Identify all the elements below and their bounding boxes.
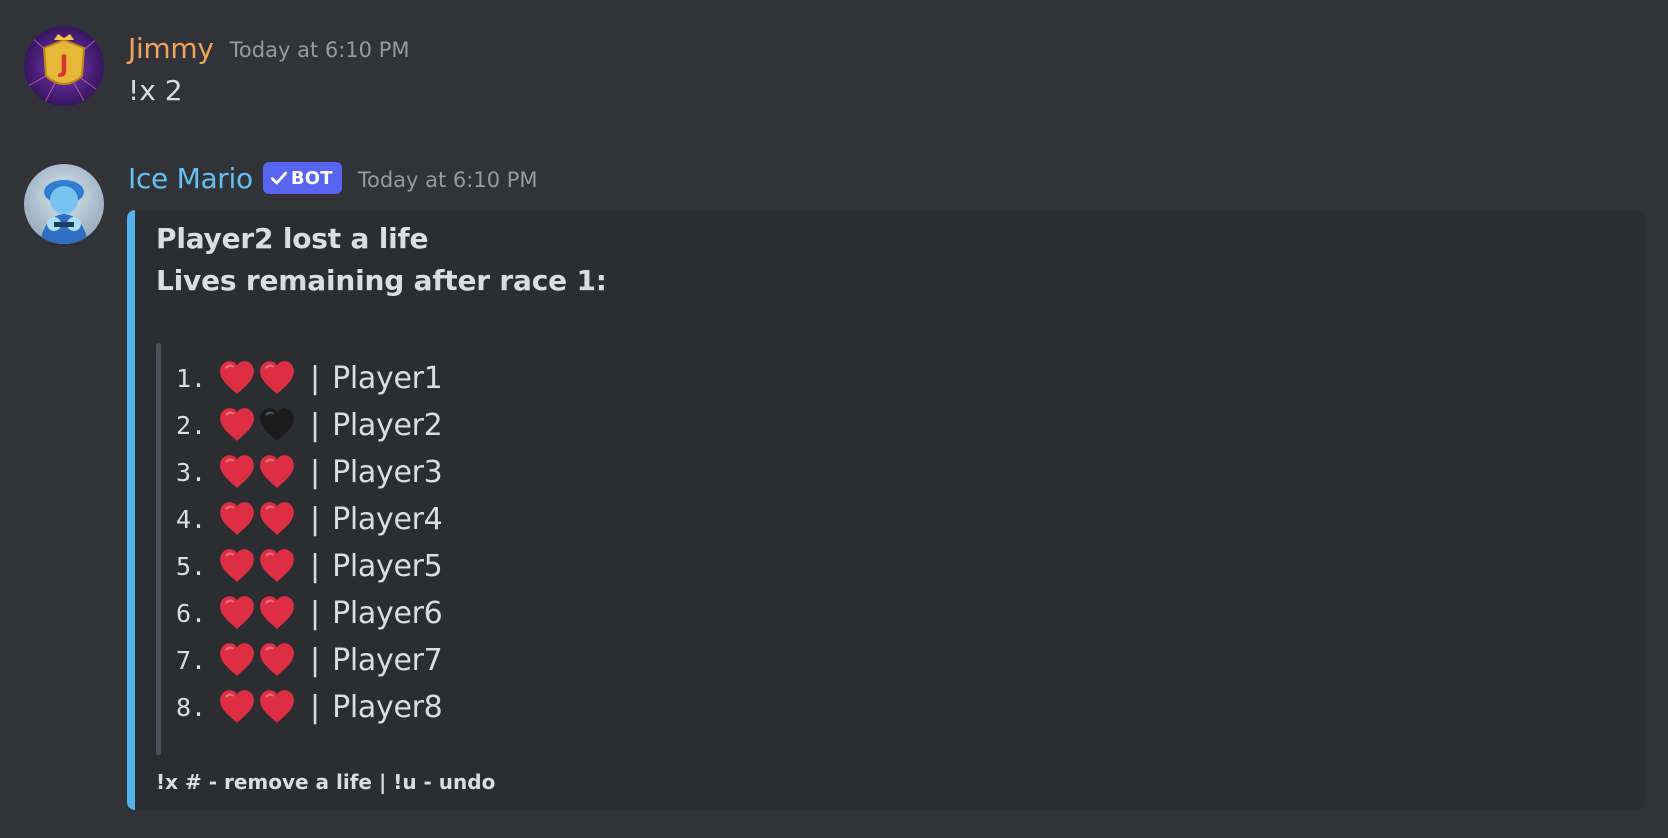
red-heart-icon: [258, 641, 296, 679]
username[interactable]: Jimmy: [128, 32, 214, 65]
red-heart-icon: [218, 641, 256, 679]
red-heart-icon: [218, 453, 256, 491]
timestamp: Today at 6:10 PM: [229, 38, 410, 62]
lives-list: 1. | Player1 2. | Player2 3. | Player3 4. | Player4…: [156, 343, 556, 755]
red-heart-icon: [258, 547, 296, 585]
separator: |: [310, 407, 321, 443]
jimmy-avatar[interactable]: J: [24, 26, 104, 106]
list-item: 8. | Player8: [176, 682, 443, 732]
red-heart-icon: [258, 594, 296, 632]
list-item-number: 7.: [176, 645, 207, 675]
list-item-number: 6.: [176, 598, 207, 628]
message-jimmy: J Jimmy Today at 6:10 PM !x 2: [0, 0, 1668, 140]
list-item-number: 8.: [176, 692, 207, 722]
red-heart-icon: [218, 500, 256, 538]
separator: |: [310, 454, 321, 490]
message-header: Ice Mario BOT Today at 6:10 PM: [128, 158, 538, 198]
list-item: 7. | Player7: [176, 635, 443, 685]
timestamp: Today at 6:10 PM: [357, 168, 538, 192]
separator: |: [310, 501, 321, 537]
embed-title-line: Player2 lost a life: [156, 222, 429, 255]
svg-text:J: J: [58, 50, 69, 78]
separator: |: [310, 642, 321, 678]
embed: Player2 lost a life Lives remaining afte…: [127, 210, 1645, 810]
list-item: 1. | Player1: [176, 353, 443, 403]
separator: |: [310, 595, 321, 631]
list-item: 3. | Player3: [176, 447, 443, 497]
red-heart-icon: [258, 500, 296, 538]
username[interactable]: Ice Mario: [128, 162, 253, 195]
red-heart-icon: [218, 406, 256, 444]
list-item-number: 5.: [176, 551, 207, 581]
player-name: Player1: [332, 360, 443, 396]
player-name: Player2: [332, 407, 443, 443]
separator: |: [310, 548, 321, 584]
red-heart-icon: [218, 688, 256, 726]
player-name: Player4: [332, 501, 443, 537]
list-item-number: 3.: [176, 457, 207, 487]
message-header: Jimmy Today at 6:10 PM: [128, 28, 409, 68]
red-heart-icon: [218, 547, 256, 585]
red-heart-icon: [258, 359, 296, 397]
red-heart-icon: [258, 688, 296, 726]
player-name: Player6: [332, 595, 443, 631]
embed-subtitle-line: Lives remaining after race 1:: [156, 264, 607, 297]
list-item: 4. | Player4: [176, 494, 443, 544]
list-item-number: 1.: [176, 363, 207, 393]
red-heart-icon: [258, 453, 296, 491]
quote-bar: [156, 343, 161, 755]
red-heart-icon: [218, 359, 256, 397]
separator: |: [310, 689, 321, 725]
bot-badge-label: BOT: [290, 167, 333, 189]
player-name: Player5: [332, 548, 443, 584]
list-item-number: 2.: [176, 410, 207, 440]
list-item: 5. | Player5: [176, 541, 443, 591]
message-content: !x 2: [128, 74, 183, 107]
embed-footer-help: !x # - remove a life | !u - undo: [156, 770, 496, 794]
player-name: Player3: [332, 454, 443, 490]
black-heart-icon: [258, 406, 296, 444]
list-item-number: 4.: [176, 504, 207, 534]
list-item: 6. | Player6: [176, 588, 443, 638]
ice-mario-avatar[interactable]: [24, 164, 104, 244]
checkmark-icon: [270, 171, 287, 185]
player-name: Player7: [332, 642, 443, 678]
player-name: Player8: [332, 689, 443, 725]
red-heart-icon: [218, 594, 256, 632]
separator: |: [310, 360, 321, 396]
list-item: 2. | Player2: [176, 400, 443, 450]
bot-badge: BOT: [262, 162, 342, 194]
